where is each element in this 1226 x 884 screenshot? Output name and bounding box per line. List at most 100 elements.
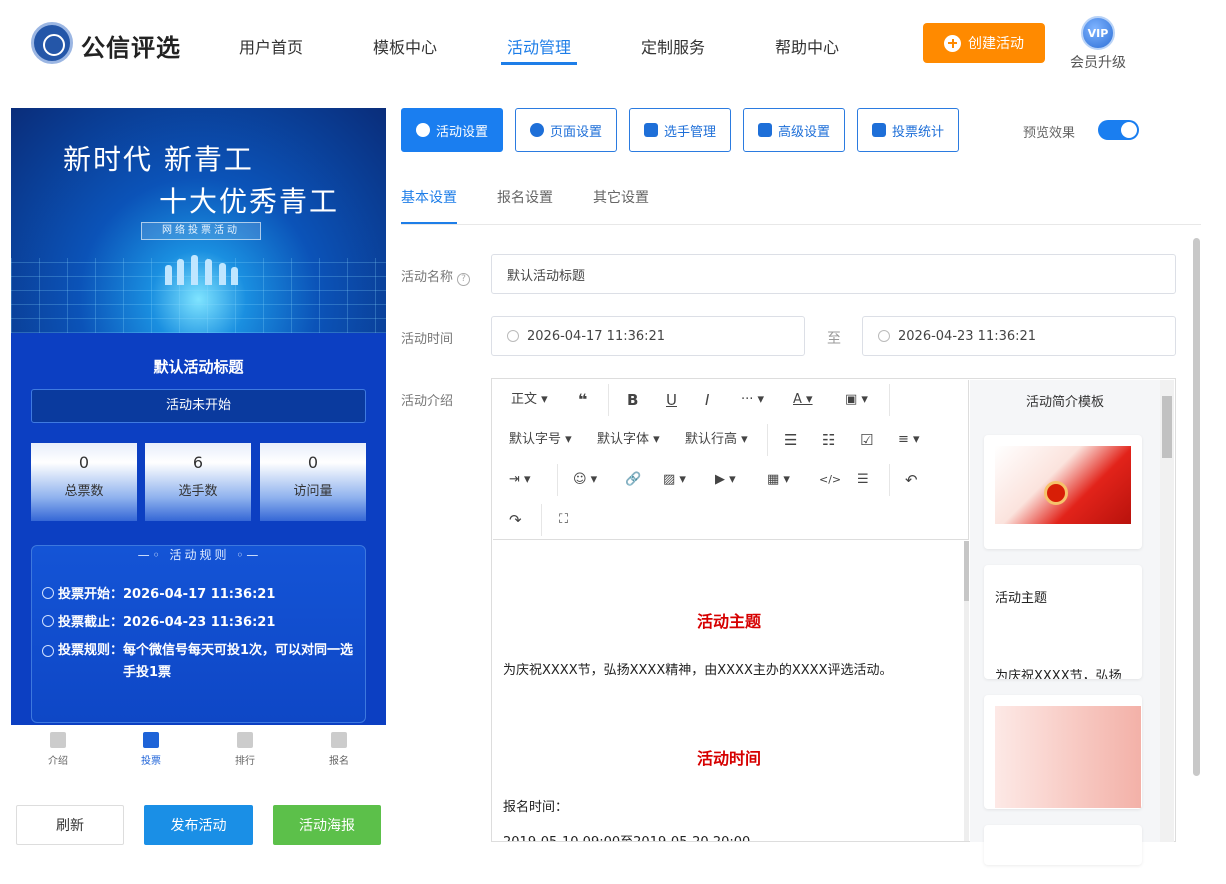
preview-toggle[interactable] [1098,120,1139,140]
tab-advanced-settings[interactable]: 高级设置 [743,108,845,152]
editor-content[interactable]: 活动主题 为庆祝XXXX节，弘扬XXXX精神，由XXXX主办的XXXX评选活动。… [493,541,965,841]
tab-vote-statistics[interactable]: 投票统计 [857,108,959,152]
create-activity-button[interactable]: 创建活动 [923,23,1045,63]
nav-custom-service[interactable]: 定制服务 [641,34,705,58]
quote-icon[interactable]: ❝ [578,390,587,410]
template-card-4[interactable] [984,825,1142,865]
rules-panel: —◦ 活动规则 ◦— 投票开始：2026-04-17 11:36:21 投票截止… [31,545,366,723]
template-card-1[interactable] [984,435,1142,549]
nav-activity-management[interactable]: 活动管理 [507,34,571,58]
font-family-select[interactable]: 默认字体 ▾ [597,430,660,450]
subtab-signup[interactable]: 报名设置 [497,187,553,207]
template-card-text: 为庆祝XXXX节，弘扬 [995,669,1122,679]
create-activity-label: 创建活动 [968,36,1024,52]
template-card-3[interactable] [984,695,1142,809]
preview-nav-ranking[interactable]: 排行 [225,732,265,767]
template-thumbnail [995,706,1141,808]
subtab-basic[interactable]: 基本设置 [401,187,457,207]
subtab-other[interactable]: 其它设置 [593,187,649,207]
content-paragraph-1: 为庆祝XXXX节，弘扬XXXX精神，由XXXX主办的XXXX评选活动。 [503,663,893,678]
time-label: 活动时间 [401,332,454,347]
template-card-2[interactable]: 活动主题 为庆祝XXXX节，弘扬 [984,565,1142,679]
banner-title-1: 新时代 新青工 [63,143,254,176]
gear-icon [529,123,544,137]
rich-text-editor: 正文 ▾ ❝ B U I ··· ▾ A ▾ ▣ ▾ 默认字号 ▾ 默认字体 ▾… [491,378,1176,865]
redo-icon[interactable]: ↷ [509,510,522,530]
editor-scrollbar[interactable] [964,541,969,841]
vip-icon[interactable]: VIP [1081,16,1115,50]
publish-button[interactable]: 发布活动 [144,805,253,845]
align-icon[interactable]: ≡ ▾ [898,430,920,450]
font-size-select[interactable]: 默认字号 ▾ [509,430,572,450]
tab-activity-settings[interactable]: 活动设置 [401,108,503,152]
content-heading-1: 活动主题 [696,612,761,631]
name-label: 活动名称? [401,266,471,286]
nav-templates[interactable]: 模板中心 [373,34,437,58]
stat-total-votes: 0 总票数 [31,443,137,521]
refresh-button[interactable]: 刷新 [16,805,124,845]
banner-title-2: 十大优秀青工 [159,185,340,218]
rules-heading: —◦ 活动规则 ◦— [137,548,262,562]
badge-icon [1044,481,1068,505]
nav-active-underline [501,62,577,65]
clock-icon [507,330,519,342]
help-icon[interactable]: ? [457,273,471,286]
template-panel-title: 活动简介模板 [1025,395,1104,410]
template-scrollbar[interactable] [1160,380,1174,842]
stat-contestants: 6 选手数 [145,443,251,521]
content-paragraph-2: 报名时间： [503,800,569,815]
fullscreen-icon[interactable]: ⛶ [559,510,568,530]
font-color-icon[interactable]: A ▾ [793,390,813,410]
rule-vote: 投票规则： 每个微信号每天可投1次，可以对同一选手投1票 [42,640,362,684]
clock-icon [42,587,54,599]
divider-icon[interactable]: ☰ [857,470,869,490]
line-height-select[interactable]: 默认行高 ▾ [685,430,748,450]
banner-image: 新时代 新青工 十大优秀青工 网络投票活动 [11,108,386,333]
underline-icon[interactable]: U [666,390,677,410]
banner-figures [161,253,241,285]
template-card-title: 活动主题 [995,591,1048,606]
settings-list-icon [757,123,772,137]
code-icon[interactable]: </> [819,470,841,490]
link-icon[interactable]: 🔗 [625,470,641,490]
preview-nav-vote[interactable]: 投票 [131,732,171,767]
nav-help[interactable]: 帮助中心 [775,34,839,58]
preview-nav-signup[interactable]: 报名 [319,732,359,767]
italic-icon[interactable]: I [705,390,709,410]
flag-icon [331,732,347,748]
preview-status-badge: 活动未开始 [31,389,366,423]
table-icon[interactable]: ▦ ▾ [767,470,790,490]
tabs-divider [401,224,1201,225]
content-heading-2: 活动时间 [696,749,761,768]
tab-contestant-management[interactable]: 选手管理 [629,108,731,152]
preview-nav-intro[interactable]: 介绍 [38,732,78,767]
mobile-preview: 新时代 新青工 十大优秀青工 网络投票活动 默认活动标题 活动未开始 0 总票数… [11,108,386,725]
image-icon[interactable]: ▨ ▾ [663,470,686,490]
bold-icon[interactable]: B [627,390,638,410]
start-time-input[interactable]: 2026-04-17 11:36:21 [491,316,805,356]
page-scrollbar[interactable] [1193,238,1200,776]
paragraph-select[interactable]: 正文 ▾ [511,390,548,410]
end-time-input[interactable]: 2026-04-23 11:36:21 [862,316,1176,356]
stat-label: 访问量 [293,484,333,499]
time-separator: 至 [827,331,841,347]
logo-icon [31,22,73,64]
video-icon[interactable]: ▶ ▾ [715,470,736,490]
tab-page-settings[interactable]: 页面设置 [515,108,617,152]
checklist-icon[interactable]: ☑ [860,430,873,450]
background-color-icon[interactable]: ▣ ▾ [845,390,868,410]
indent-icon[interactable]: ⇥ ▾ [509,470,531,490]
plus-circle-icon [944,34,961,52]
numbered-list-icon[interactable]: ☷ [822,430,835,450]
bullet-list-icon[interactable]: ☰ [784,430,797,450]
more-icon[interactable]: ··· ▾ [741,390,764,410]
activity-name-input[interactable]: 默认活动标题 [491,254,1176,294]
undo-icon[interactable]: ↶ [905,470,918,490]
vote-icon [143,732,159,748]
nav-home[interactable]: 用户首页 [239,34,303,58]
stat-label: 选手数 [178,484,218,499]
editor-toolbar: 正文 ▾ ❝ B U I ··· ▾ A ▾ ▣ ▾ 默认字号 ▾ 默认字体 ▾… [493,380,969,540]
emoji-icon[interactable]: ☺ ▾ [573,470,597,490]
vip-upgrade-label[interactable]: 会员升级 [1070,52,1126,72]
poster-button[interactable]: 活动海报 [273,805,381,845]
